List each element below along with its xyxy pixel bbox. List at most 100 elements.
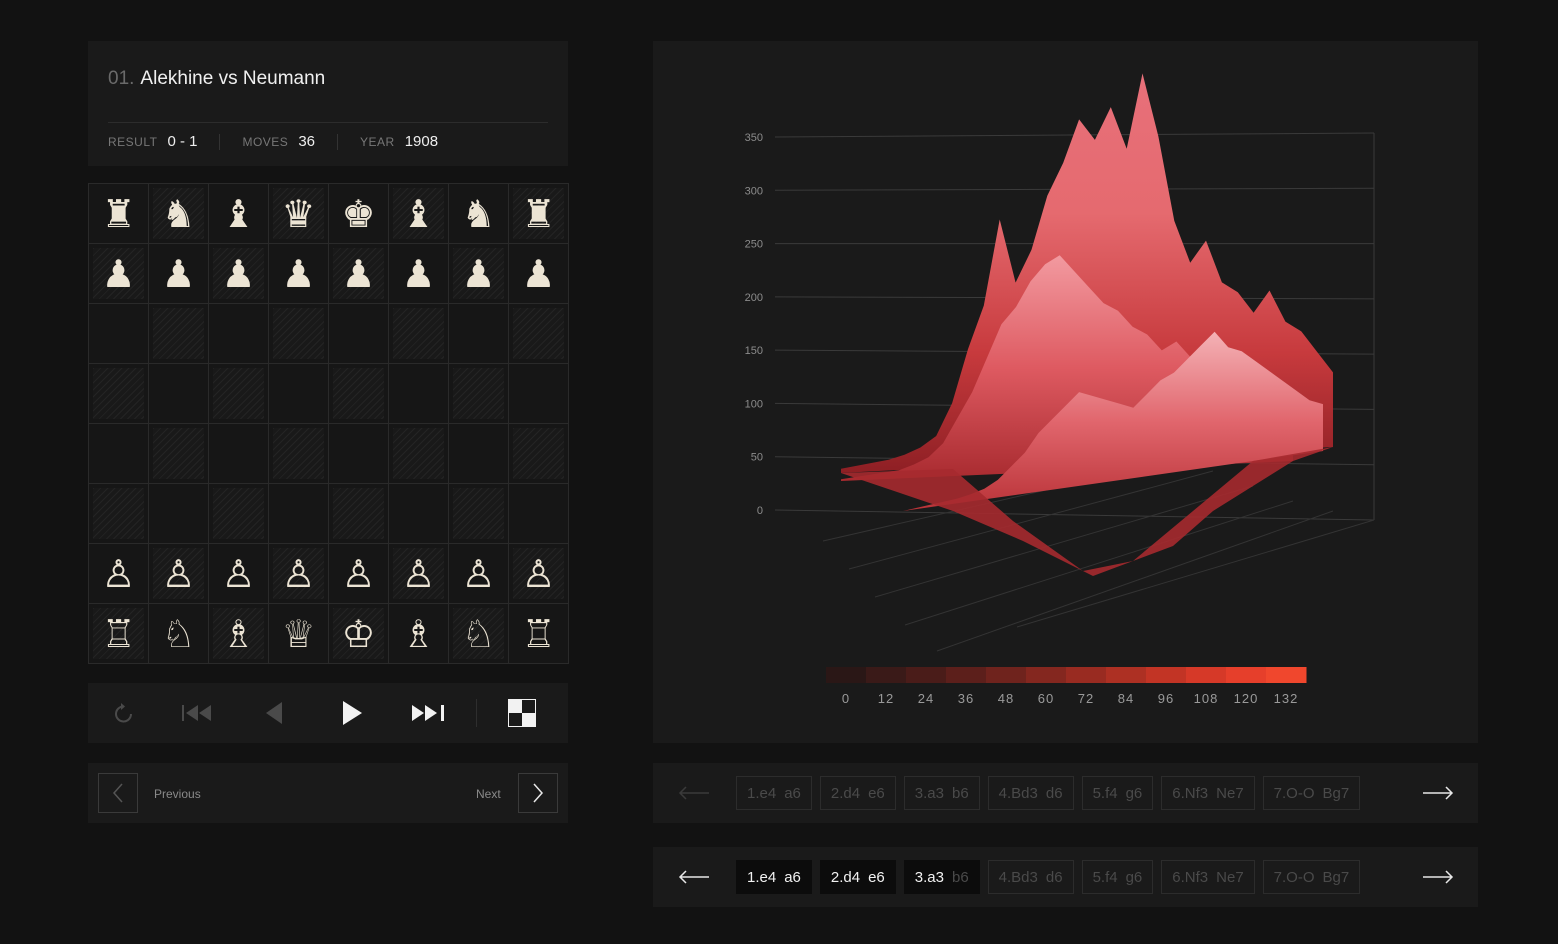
black-bishop-icon[interactable]: ♝: [221, 195, 255, 233]
board-square[interactable]: [509, 364, 569, 424]
board-square[interactable]: [449, 484, 509, 544]
white-rook-icon[interactable]: ♖: [521, 615, 555, 653]
board-square[interactable]: ♔: [329, 604, 389, 664]
board-square[interactable]: ♚: [329, 184, 389, 244]
black-queen-icon[interactable]: ♛: [281, 195, 315, 233]
board-square[interactable]: ♝: [209, 184, 269, 244]
white-knight-icon[interactable]: ♘: [461, 615, 495, 653]
white-queen-icon[interactable]: ♕: [281, 615, 315, 653]
move-chip[interactable]: 6.Nf3 Ne7: [1161, 776, 1255, 810]
board-square[interactable]: ♙: [269, 544, 329, 604]
black-pawn-icon[interactable]: ♟: [401, 255, 435, 293]
move-chip[interactable]: 3.a3 b6: [903, 860, 980, 894]
board-square[interactable]: [149, 304, 209, 364]
white-bishop-icon[interactable]: ♗: [221, 615, 255, 653]
move-chip[interactable]: 1.e4 a6: [736, 776, 812, 810]
move-chip[interactable]: 6.Nf3 Ne7: [1161, 860, 1255, 894]
board-square[interactable]: [269, 364, 329, 424]
board-square[interactable]: ♙: [509, 544, 569, 604]
white-knight-icon[interactable]: ♘: [161, 615, 195, 653]
board-square[interactable]: ♜: [509, 184, 569, 244]
board-square[interactable]: [329, 364, 389, 424]
black-pawn-icon[interactable]: ♟: [161, 255, 195, 293]
black-rook-icon[interactable]: ♜: [521, 195, 555, 233]
skip-to-end-button[interactable]: [404, 683, 452, 743]
board-square[interactable]: [449, 424, 509, 484]
board-square[interactable]: [149, 424, 209, 484]
board-square[interactable]: ♗: [209, 604, 269, 664]
board-square[interactable]: ♞: [149, 184, 209, 244]
black-pawn-icon[interactable]: ♟: [221, 255, 255, 293]
board-square[interactable]: [509, 304, 569, 364]
board-square[interactable]: ♕: [269, 604, 329, 664]
board-square[interactable]: [509, 424, 569, 484]
board-square[interactable]: ♟: [329, 244, 389, 304]
board-square[interactable]: [389, 484, 449, 544]
board-square[interactable]: [89, 484, 149, 544]
board-square[interactable]: [329, 424, 389, 484]
board-square[interactable]: [149, 484, 209, 544]
board-square[interactable]: ♙: [209, 544, 269, 604]
black-pawn-icon[interactable]: ♟: [101, 255, 135, 293]
board-square[interactable]: ♟: [209, 244, 269, 304]
board-square[interactable]: [209, 364, 269, 424]
white-pawn-icon[interactable]: ♙: [521, 555, 555, 593]
white-pawn-icon[interactable]: ♙: [341, 555, 375, 593]
step-back-button[interactable]: [254, 683, 294, 743]
black-rook-icon[interactable]: ♜: [101, 195, 135, 233]
board-square[interactable]: [89, 364, 149, 424]
white-pawn-icon[interactable]: ♙: [461, 555, 495, 593]
board-square[interactable]: ♘: [449, 604, 509, 664]
board-square[interactable]: [389, 364, 449, 424]
white-rook-icon[interactable]: ♖: [101, 615, 135, 653]
board-square[interactable]: [269, 304, 329, 364]
white-pawn-icon[interactable]: ♙: [161, 555, 195, 593]
board-square[interactable]: [269, 424, 329, 484]
play-button[interactable]: [332, 683, 372, 743]
board-square[interactable]: ♙: [89, 544, 149, 604]
move-chip[interactable]: 5.f4 g6: [1081, 860, 1154, 894]
board-square[interactable]: ♘: [149, 604, 209, 664]
board-square[interactable]: [209, 484, 269, 544]
board-square[interactable]: [89, 424, 149, 484]
black-pawn-icon[interactable]: ♟: [281, 255, 315, 293]
arrow-right-icon[interactable]: [1421, 865, 1455, 889]
black-pawn-icon[interactable]: ♟: [521, 255, 555, 293]
board-square[interactable]: ♛: [269, 184, 329, 244]
board-square[interactable]: [149, 364, 209, 424]
board-square[interactable]: [209, 424, 269, 484]
move-chip[interactable]: 7.O-O Bg7: [1262, 860, 1361, 894]
board-square[interactable]: [389, 304, 449, 364]
board-square[interactable]: ♟: [509, 244, 569, 304]
move-chip[interactable]: 4.Bd3 d6: [987, 776, 1074, 810]
white-bishop-icon[interactable]: ♗: [401, 615, 435, 653]
board-square[interactable]: ♙: [389, 544, 449, 604]
move-chip[interactable]: 2.d4 e6: [819, 860, 896, 894]
white-king-icon[interactable]: ♔: [341, 615, 375, 653]
reset-button[interactable]: [102, 683, 146, 743]
arrow-right-icon[interactable]: [1421, 781, 1455, 805]
move-chip[interactable]: 3.a3 b6: [903, 776, 980, 810]
move-chip[interactable]: 1.e4 a6: [736, 860, 812, 894]
board-square[interactable]: [209, 304, 269, 364]
board-square[interactable]: [449, 364, 509, 424]
previous-button[interactable]: [98, 773, 138, 813]
board-square[interactable]: ♟: [149, 244, 209, 304]
board-square[interactable]: [509, 484, 569, 544]
move-chip[interactable]: 7.O-O Bg7: [1262, 776, 1361, 810]
board-square[interactable]: [329, 304, 389, 364]
white-pawn-icon[interactable]: ♙: [101, 555, 135, 593]
black-pawn-icon[interactable]: ♟: [461, 255, 495, 293]
move-chip[interactable]: 5.f4 g6: [1081, 776, 1154, 810]
board-square[interactable]: [389, 424, 449, 484]
board-square[interactable]: ♙: [329, 544, 389, 604]
black-pawn-icon[interactable]: ♟: [341, 255, 375, 293]
board-square[interactable]: ♜: [89, 184, 149, 244]
board-square[interactable]: [89, 304, 149, 364]
arrow-left-icon[interactable]: [677, 781, 711, 805]
black-bishop-icon[interactable]: ♝: [401, 195, 435, 233]
board-square[interactable]: ♟: [449, 244, 509, 304]
board-square[interactable]: ♙: [449, 544, 509, 604]
board-square[interactable]: [269, 484, 329, 544]
black-knight-icon[interactable]: ♞: [461, 195, 495, 233]
